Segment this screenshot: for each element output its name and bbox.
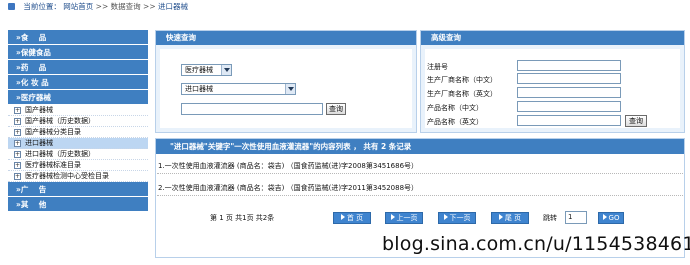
pagination-summary: 第 1 页 共1页 共2条 <box>210 214 275 222</box>
expand-plus-icon: + <box>14 140 21 147</box>
last-page-button[interactable]: 尾 页 <box>491 212 529 224</box>
sidebar-category-medical-devices[interactable]: »医疗器械 <box>8 90 148 105</box>
advanced-search-panel: 高级查询 注册号 生产厂商名称（中文） 生产厂商名称（英文） 产品名称（中文） … <box>420 30 685 133</box>
registration-no-input[interactable] <box>517 60 621 71</box>
field-label-product-name-cn: 产品名称（中文） <box>427 104 483 112</box>
sidebar-category-health-food[interactable]: »保健食品 <box>8 45 148 60</box>
expand-plus-icon: + <box>14 162 21 169</box>
subcategory-select-value: 进口器械 <box>185 85 213 93</box>
last-page-label: 尾 页 <box>504 214 522 222</box>
manufacturer-en-input[interactable] <box>517 87 621 98</box>
go-label: GO <box>608 214 620 222</box>
play-arrow-icon <box>498 214 503 220</box>
field-label-manufacturer-en: 生产厂商名称（英文） <box>427 90 497 98</box>
play-arrow-icon <box>602 214 607 220</box>
sidebar-item-domestic-device-catalog[interactable]: + 国产器械分类目录 <box>8 127 148 138</box>
sidebar-category-drugs[interactable]: »药 品 <box>8 60 148 75</box>
category-select-value: 医疗器械 <box>185 66 213 74</box>
location-arrow-icon <box>8 3 15 10</box>
sidebar-item-label: 国产器械 <box>25 106 53 114</box>
page-number-input[interactable]: 1 <box>565 211 587 224</box>
sidebar-item-label: 医疗器械检测中心受检目录 <box>25 172 109 180</box>
result-row-2[interactable]: 2.一次性使用血液灌流器 (商品名：袋吉) （国食药监械(进)字2011第345… <box>158 183 418 193</box>
sidebar-item-label: 医疗器械标准目录 <box>25 161 81 169</box>
breadcrumb-prefix: 当前位置： <box>23 2 61 11</box>
sidebar-category-ads[interactable]: »广 告 <box>8 182 148 197</box>
manufacturer-cn-input[interactable] <box>517 73 621 84</box>
field-label-registration-no: 注册号 <box>427 63 448 71</box>
advanced-search-title: 高级查询 <box>421 31 684 45</box>
quick-search-body: 医疗器械 进口器械 查询 <box>160 49 412 128</box>
expand-plus-icon: + <box>14 151 21 158</box>
sidebar: »食 品 »保健食品 »药 品 »化 妆 品 »医疗器械 + 国产器械 + 国产器械… <box>8 30 148 212</box>
sidebar-item-label: 进口器械（历史数据） <box>25 150 95 158</box>
quick-search-button[interactable]: 查询 <box>326 103 346 115</box>
watermark-text: blog.sina.com.cn/u/1154538461 <box>382 233 690 255</box>
row-divider <box>157 195 683 196</box>
sidebar-item-device-standards[interactable]: + 医疗器械标准目录 <box>8 160 148 171</box>
prev-page-button[interactable]: 上一页 <box>385 212 423 224</box>
next-page-label: 下一页 <box>449 214 471 222</box>
breadcrumb-separator: >> <box>143 2 156 11</box>
breadcrumb-current: 进口器械 <box>158 2 188 11</box>
quick-search-title: 快速查询 <box>156 31 416 45</box>
sidebar-item-test-center-catalog[interactable]: + 医疗器械检测中心受检目录 <box>8 171 148 182</box>
result-row-1[interactable]: 1.一次性使用血液灌流器 (商品名：袋吉) （国食药监械(进)字2008第345… <box>158 161 418 171</box>
sidebar-item-label: 进口器械 <box>25 139 53 147</box>
keyword-input[interactable] <box>181 103 323 115</box>
breadcrumb-home-link[interactable]: 网站首页 <box>63 2 93 11</box>
row-divider <box>157 173 683 174</box>
sidebar-item-imported-devices[interactable]: + 进口器械 <box>8 138 148 149</box>
sidebar-item-label: 国产器械分类目录 <box>25 128 81 136</box>
sidebar-item-domestic-devices-history[interactable]: + 国产器械（历史数据） <box>8 116 148 127</box>
sidebar-category-food[interactable]: »食 品 <box>8 30 148 45</box>
advanced-search-body: 注册号 生产厂商名称（中文） 生产厂商名称（英文） 产品名称（中文） 产品名称（… <box>425 49 680 128</box>
subcategory-select[interactable]: 进口器械 <box>181 83 296 95</box>
field-label-product-name-en: 产品名称（英文） <box>427 118 483 126</box>
play-arrow-icon <box>443 214 448 220</box>
sidebar-item-domestic-devices[interactable]: + 国产器械 <box>8 105 148 116</box>
field-label-manufacturer-cn: 生产厂商名称（中文） <box>427 76 497 84</box>
product-name-cn-input[interactable] <box>517 101 621 112</box>
play-arrow-icon <box>340 214 345 220</box>
prev-page-label: 上一页 <box>396 214 418 222</box>
sidebar-category-other[interactable]: »其 他 <box>8 197 148 212</box>
chevron-down-icon <box>221 65 231 75</box>
sidebar-item-label: 国产器械（历史数据） <box>25 117 95 125</box>
chevron-down-icon <box>285 84 295 94</box>
play-arrow-icon <box>390 214 395 220</box>
expand-plus-icon: + <box>14 107 21 114</box>
next-page-button[interactable]: 下一页 <box>438 212 476 224</box>
expand-plus-icon: + <box>14 118 21 125</box>
quick-search-panel: 快速查询 医疗器械 进口器械 查询 <box>155 30 417 133</box>
expand-plus-icon: + <box>14 129 21 136</box>
go-button[interactable]: GO <box>598 212 624 224</box>
breadcrumb-section: 数据查询 <box>110 2 141 11</box>
sidebar-category-cosmetics[interactable]: »化 妆 品 <box>8 75 148 90</box>
breadcrumb: 当前位置： 网站首页 >> 数据查询 >> 进口器械 <box>0 0 690 14</box>
product-name-en-input[interactable] <box>517 115 621 126</box>
results-header: "进口器械"关键字"一次性使用血液灌流器"的内容列表 ， 共有 2 条记录 <box>156 139 684 154</box>
sidebar-item-imported-devices-history[interactable]: + 进口器械（历史数据） <box>8 149 148 160</box>
breadcrumb-separator: >> <box>95 2 109 11</box>
advanced-search-button[interactable]: 查询 <box>625 115 647 127</box>
expand-plus-icon: + <box>14 173 21 180</box>
jump-label: 跳转 <box>543 214 557 222</box>
first-page-button[interactable]: 首 页 <box>333 212 371 224</box>
category-select[interactable]: 医疗器械 <box>181 64 232 76</box>
first-page-label: 首 页 <box>346 214 364 222</box>
